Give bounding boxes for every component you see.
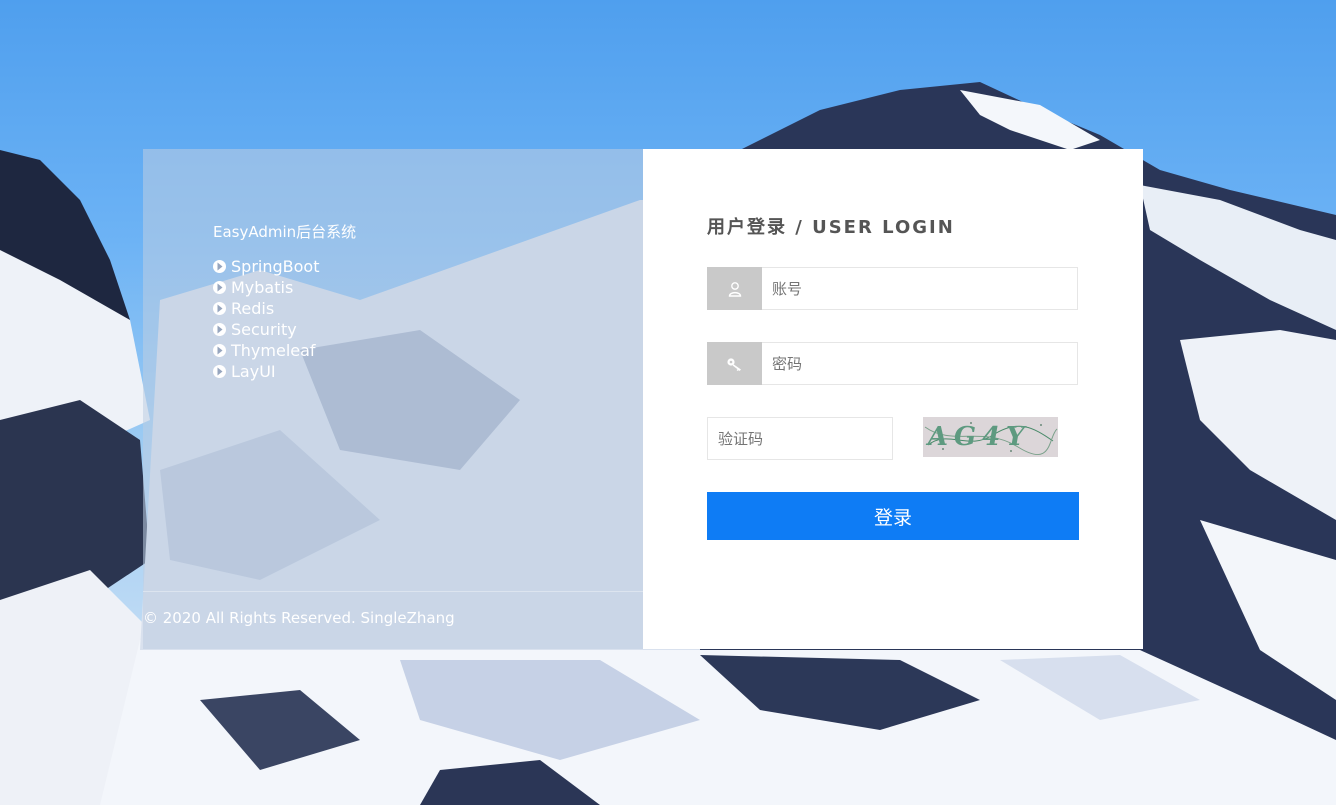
arrow-circle-icon: [213, 260, 226, 273]
copyright-text: © 2020 All Rights Reserved. SingleZhang: [143, 609, 455, 627]
intro-panel: EasyAdmin后台系统 SpringBoot Mybatis Redis S…: [143, 149, 643, 649]
password-input[interactable]: [762, 342, 1078, 385]
divider: [143, 591, 643, 592]
captcha-image[interactable]: AG4Y: [923, 417, 1058, 457]
captcha-text: AG4Y: [924, 421, 1033, 452]
key-icon: [707, 342, 762, 385]
login-button[interactable]: 登录: [707, 492, 1079, 540]
list-item: Redis: [213, 298, 319, 319]
arrow-circle-icon: [213, 323, 226, 336]
arrow-circle-icon: [213, 281, 226, 294]
user-icon: [707, 267, 762, 310]
captcha-input[interactable]: [707, 417, 893, 460]
list-item: SpringBoot: [213, 256, 319, 277]
arrow-circle-icon: [213, 302, 226, 315]
arrow-circle-icon: [213, 344, 226, 357]
list-item: Mybatis: [213, 277, 319, 298]
tech-label: Thymeleaf: [231, 341, 316, 360]
login-title: 用户登录 / USER LOGIN: [707, 217, 955, 238]
username-field: [707, 267, 1078, 310]
tech-stack-list: SpringBoot Mybatis Redis Security Thymel…: [213, 256, 319, 382]
username-input[interactable]: [762, 267, 1078, 310]
brand-title: EasyAdmin后台系统: [213, 223, 357, 241]
arrow-circle-icon: [213, 365, 226, 378]
tech-label: Security: [231, 320, 297, 339]
list-item: Security: [213, 319, 319, 340]
tech-label: Mybatis: [231, 278, 294, 297]
list-item: Thymeleaf: [213, 340, 319, 361]
password-field: [707, 342, 1078, 385]
list-item: LayUI: [213, 361, 319, 382]
tech-label: SpringBoot: [231, 257, 320, 276]
tech-label: LayUI: [231, 362, 276, 381]
login-panel: 用户登录 / USER LOGIN 账号 验证码 AG4Y 登录: [643, 149, 1143, 649]
tech-label: Redis: [231, 299, 275, 318]
